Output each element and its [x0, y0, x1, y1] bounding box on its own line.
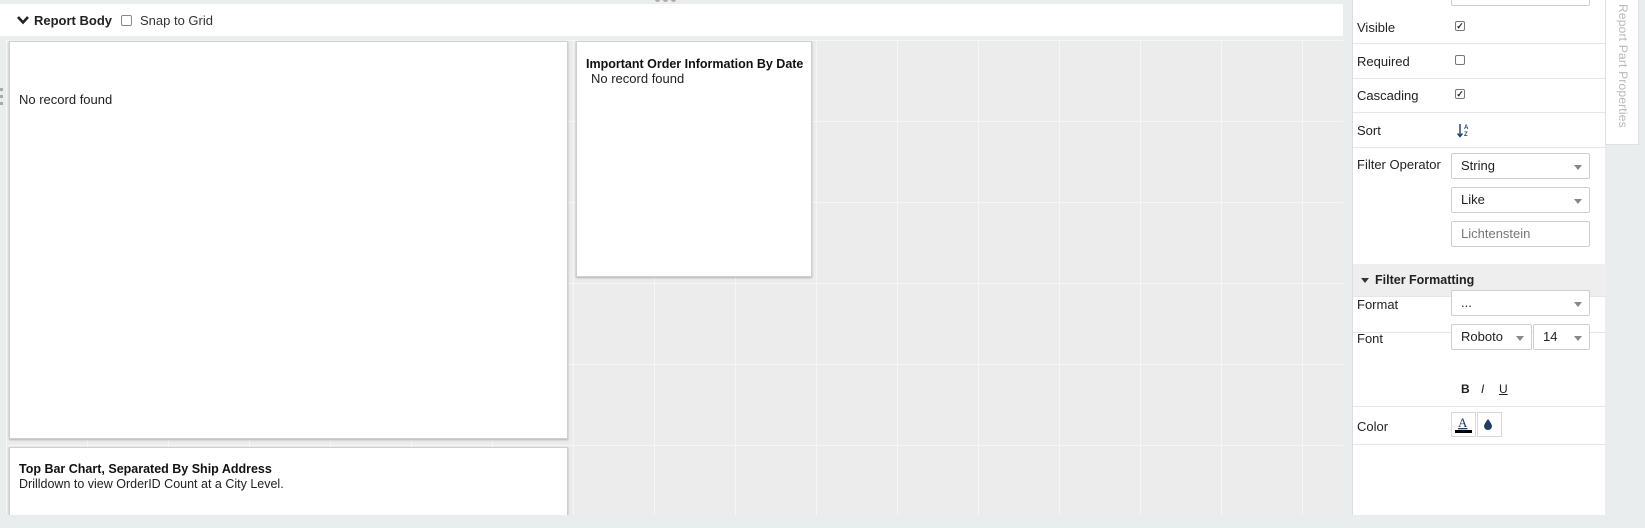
visible-checkbox[interactable]: ✓ [1455, 21, 1465, 31]
required-row: Required [1353, 44, 1606, 79]
font-size-value: 14 [1543, 329, 1558, 344]
filter-operator-value: Like [1461, 192, 1485, 207]
chevron-down-icon [1574, 165, 1582, 170]
report-body-header: Report Body Snap to Grid [0, 4, 1343, 36]
italic-button[interactable]: I [1481, 382, 1484, 396]
required-label: Required [1357, 54, 1410, 69]
report-canvas: No record found Important Order Informat… [6, 40, 1343, 515]
visible-row: Visible ✓ [1353, 10, 1606, 44]
filter-operator-select[interactable]: Like [1451, 187, 1590, 213]
filter-operator-row: Filter Operator String Like Lichtenstein [1353, 148, 1606, 264]
chevron-down-icon [1516, 336, 1524, 341]
font-style-row [1353, 369, 1606, 407]
properties-panel: Visible ✓ Required Cascading ✓ Sort A Z … [1352, 0, 1606, 515]
chevron-down-icon [1574, 302, 1582, 307]
filter-operator-label: Filter Operator [1357, 157, 1441, 172]
report-part-subtitle: Drilldown to view OrderID Count at a Cit… [19, 477, 284, 491]
no-record-message: No record found [591, 71, 685, 86]
chevron-down-icon [1574, 336, 1582, 341]
report-part-2[interactable]: Important Order Information By Date No r… [576, 41, 812, 277]
format-label: Format [1357, 297, 1399, 312]
report-body-title[interactable]: Report Body [34, 13, 112, 28]
font-family-select[interactable]: Roboto [1451, 324, 1532, 350]
resize-handle[interactable] [655, 0, 676, 2]
report-part-title: Important Order Information By Date [586, 57, 804, 71]
font-label: Font [1357, 331, 1384, 346]
report-part-properties-label: Report Part Properties [1616, 4, 1630, 128]
snap-to-grid-checkbox[interactable] [121, 14, 132, 26]
chevron-down-icon[interactable] [16, 13, 30, 27]
snap-to-grid-label: Snap to Grid [140, 12, 213, 28]
font-size-select[interactable]: 14 [1533, 324, 1590, 350]
svg-text:A: A [1464, 125, 1469, 131]
color-label: Color [1357, 419, 1389, 434]
report-part-title: Top Bar Chart, Separated By Ship Address [19, 462, 272, 476]
font-family-value: Roboto [1461, 329, 1503, 344]
font-row: Font Roboto 14 [1353, 324, 1606, 369]
svg-text:Z: Z [1464, 132, 1468, 138]
report-part-1[interactable]: No record found [9, 41, 568, 439]
sort-label: Sort [1357, 123, 1381, 138]
sort-ascending-icon[interactable]: A Z [1457, 123, 1471, 138]
fill-color-button[interactable] [1477, 412, 1502, 437]
sort-row: Sort A Z [1353, 113, 1606, 148]
text-color-button[interactable]: A [1451, 412, 1476, 437]
filter-value-input[interactable]: Lichtenstein [1451, 221, 1590, 247]
fill-drop-icon [1484, 419, 1492, 430]
report-part-3[interactable]: Top Bar Chart, Separated By Ship Address… [9, 447, 568, 515]
filter-formatting-title: Filter Formatting [1375, 273, 1475, 287]
filter-value-placeholder: Lichtenstein [1461, 226, 1531, 241]
bold-button[interactable]: B [1461, 382, 1470, 396]
required-checkbox[interactable] [1455, 55, 1465, 65]
side-resize-handle[interactable] [0, 88, 3, 105]
report-part-properties-tab[interactable]: Report Part Properties [1605, 0, 1639, 145]
filter-type-value: String [1461, 158, 1495, 173]
no-record-message: No record found [19, 92, 113, 107]
cascading-label: Cascading [1357, 88, 1419, 103]
top-select-partial[interactable] [1451, 0, 1590, 6]
collapse-triangle-icon [1361, 278, 1369, 283]
svg-text:A: A [1458, 415, 1468, 430]
filter-type-select[interactable]: String [1451, 153, 1590, 179]
chevron-down-icon [1574, 199, 1582, 204]
visible-label: Visible [1357, 20, 1396, 35]
format-select[interactable]: ... [1451, 290, 1590, 316]
cascading-checkbox[interactable]: ✓ [1455, 89, 1465, 99]
underline-button[interactable]: U [1499, 382, 1508, 396]
format-value: ... [1461, 295, 1472, 310]
text-color-icon: A [1455, 415, 1472, 433]
cascading-row: Cascading ✓ [1353, 79, 1606, 113]
